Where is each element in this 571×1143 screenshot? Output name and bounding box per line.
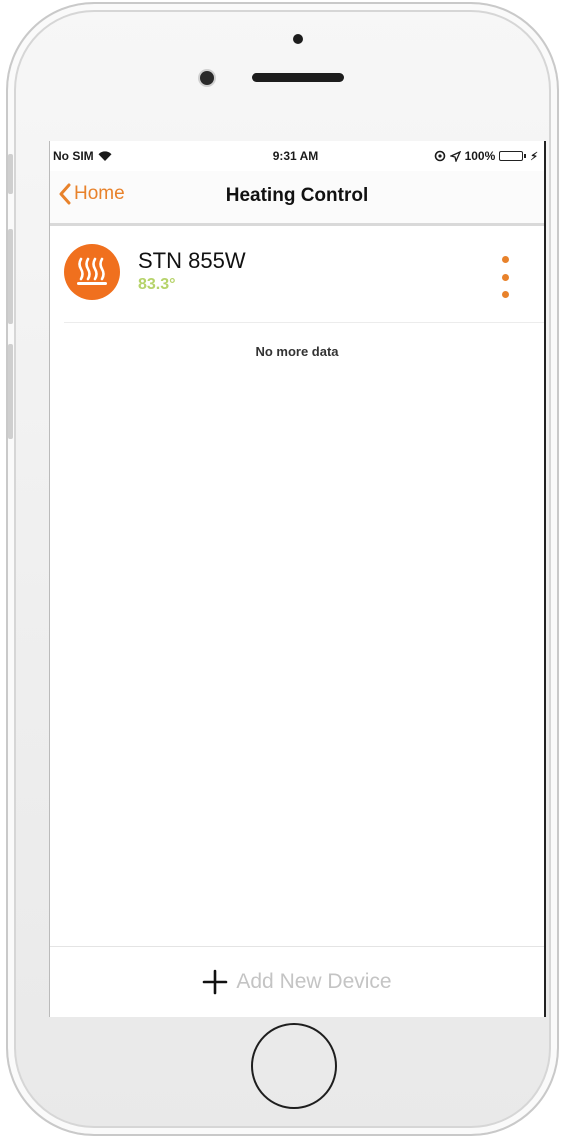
carrier-label: No SIM	[53, 149, 94, 163]
add-device-label: Add New Device	[236, 970, 392, 993]
battery-icon	[499, 151, 527, 161]
mute-switch	[8, 154, 13, 194]
device-list-item[interactable]: STN 855W 83.3°	[64, 226, 544, 323]
proximity-sensor	[293, 34, 303, 44]
plus-icon	[203, 969, 228, 995]
heating-icon	[64, 244, 120, 300]
status-bar: No SIM 9:31 AM 100% ⚡︎	[50, 141, 544, 171]
app-screen: No SIM 9:31 AM 100% ⚡︎ Home Heating Cont…	[49, 141, 546, 1017]
device-temperature: 83.3°	[138, 276, 176, 293]
battery-percent: 100%	[464, 149, 496, 163]
volume-down-button	[8, 344, 13, 439]
navigation-bar: Home Heating Control	[50, 171, 544, 226]
device-name: STN 855W	[138, 248, 246, 273]
page-title: Heating Control	[225, 185, 369, 206]
clock: 9:31 AM	[272, 149, 319, 163]
location-icon	[449, 150, 461, 162]
home-button[interactable]	[251, 1023, 337, 1109]
add-device-button[interactable]: Add New Device	[50, 946, 544, 1017]
front-camera	[200, 71, 214, 85]
volume-up-button	[8, 229, 13, 324]
list-end-message: No more data	[255, 344, 339, 359]
alarm-icon	[434, 150, 445, 162]
wifi-icon	[98, 150, 112, 161]
earpiece-speaker	[252, 73, 344, 82]
more-vertical-icon[interactable]	[498, 256, 512, 298]
charging-icon: ⚡︎	[530, 150, 538, 163]
